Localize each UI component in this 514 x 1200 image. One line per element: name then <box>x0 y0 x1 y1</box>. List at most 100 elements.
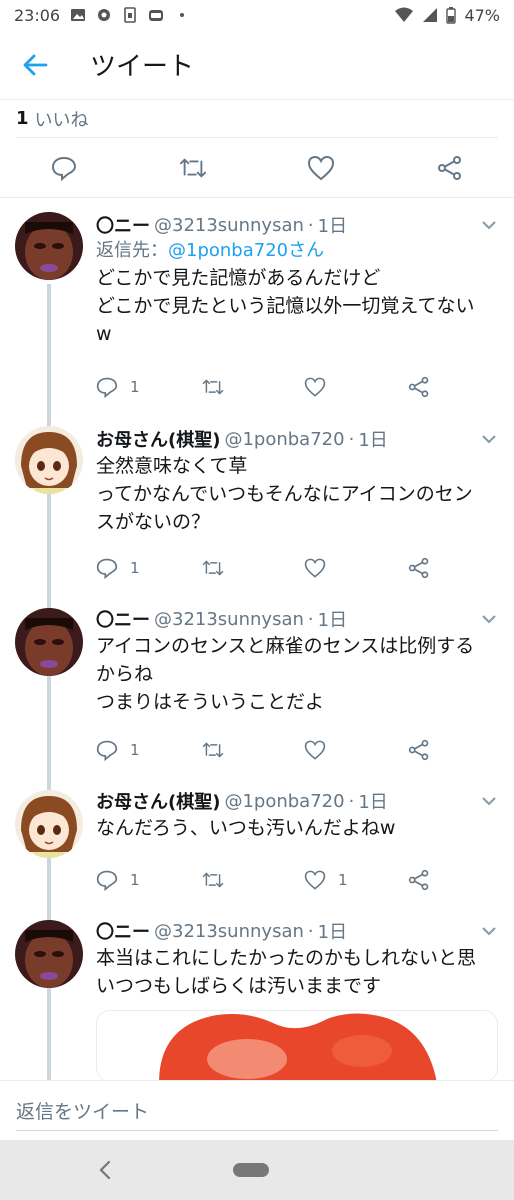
heart-icon <box>304 558 326 578</box>
avatar[interactable] <box>15 426 83 494</box>
author-name[interactable]: お母さん(棋聖) <box>96 788 220 814</box>
author-name[interactable]: 〇ニー <box>96 606 150 632</box>
app-icon <box>149 10 164 21</box>
like-button[interactable] <box>304 557 338 579</box>
reply-input[interactable]: 返信をツイート <box>16 1091 498 1131</box>
back-arrow-icon <box>23 54 48 75</box>
author-handle[interactable]: @3213sunnysan <box>154 921 304 942</box>
reply-action-bar: 1 1 <box>96 865 436 895</box>
avatar[interactable] <box>15 608 83 676</box>
reply-content[interactable]: 〇ニー @3213sunnysan · 1日 本当はこれにしたかったのかもしれな… <box>96 918 498 1000</box>
top-app-bar: ツイート <box>0 30 514 100</box>
wifi-icon <box>395 7 414 22</box>
dot-icon <box>180 13 185 17</box>
nav-home-pill[interactable] <box>233 1163 269 1177</box>
page-title: ツイート <box>90 52 195 82</box>
media-image-card[interactable] <box>96 1010 498 1082</box>
share-icon <box>408 739 429 761</box>
tweet-action-bar <box>0 138 514 198</box>
reply-button[interactable]: 1 <box>96 557 140 579</box>
author-handle[interactable]: @1ponba720 <box>224 791 344 812</box>
reply-header: 〇ニー @3213sunnysan · 1日 <box>96 606 498 632</box>
back-button[interactable] <box>0 30 70 100</box>
signal-icon <box>423 8 438 22</box>
share-button[interactable] <box>408 557 430 579</box>
author-name[interactable]: 〇ニー <box>96 212 150 238</box>
share-button[interactable] <box>436 154 464 182</box>
retweet-button[interactable] <box>202 869 236 891</box>
reply-count: 1 <box>130 871 140 889</box>
reply-compose-bar: 返信をツイート <box>0 1080 514 1140</box>
chevron-down-icon[interactable] <box>480 610 498 628</box>
separator-dot: · <box>307 608 314 630</box>
timestamp: 1日 <box>317 216 348 237</box>
chevron-down-icon[interactable] <box>480 216 498 234</box>
reply-count: 1 <box>130 741 140 759</box>
like-button[interactable]: 1 <box>304 869 348 891</box>
like-button[interactable] <box>304 376 338 398</box>
reply-content[interactable]: お母さん(棋聖) @1ponba720 · 1日 全然意味なくて草 ってかなんで… <box>96 426 498 536</box>
image-icon <box>71 9 86 21</box>
reply-icon <box>96 870 118 891</box>
nav-back-icon[interactable] <box>94 1158 118 1182</box>
chevron-down-icon[interactable] <box>480 792 498 810</box>
share-button[interactable] <box>408 869 430 891</box>
share-button[interactable] <box>408 376 430 398</box>
chevron-down-icon[interactable] <box>480 922 498 940</box>
likes-summary[interactable]: 1 いいね <box>16 100 498 138</box>
avatar[interactable] <box>15 790 83 858</box>
reply-button[interactable]: 1 <box>96 376 140 398</box>
likes-label: いいね <box>34 109 89 131</box>
status-bar: 23:06 47% <box>0 0 514 30</box>
reply-icon <box>96 377 118 398</box>
retweet-button[interactable] <box>202 376 236 398</box>
avatar-face-dark-image <box>15 920 83 988</box>
author-handle[interactable]: @1ponba720 <box>224 429 344 450</box>
battery-icon <box>446 7 457 24</box>
reply-header: 〇ニー @3213sunnysan · 1日 <box>96 212 498 238</box>
sim-icon <box>124 7 136 23</box>
reply-text: なんだろう、いつも汚いんだよねw <box>96 817 396 839</box>
author-handle[interactable]: @3213sunnysan <box>154 215 304 236</box>
reply-count: 1 <box>130 559 140 577</box>
timestamp: 1日 <box>358 792 388 813</box>
reply-header: 〇ニー @3213sunnysan · 1日 <box>96 918 498 944</box>
timestamp: 1日 <box>358 430 388 451</box>
retweet-icon <box>202 379 224 395</box>
reply-to-prefix: 返信先： <box>96 240 168 261</box>
retweet-button[interactable] <box>202 557 236 579</box>
reply-button[interactable] <box>50 154 78 182</box>
share-icon <box>408 869 429 891</box>
status-time: 23:06 <box>14 5 61 25</box>
reply-content[interactable]: 〇ニー @3213sunnysan · 1日 返信先：@1ponba720さん … <box>96 212 498 348</box>
battery-percent: 47% <box>464 5 500 25</box>
like-button[interactable] <box>304 739 338 761</box>
reply-count: 1 <box>130 378 140 396</box>
author-name[interactable]: 〇ニー <box>96 918 150 944</box>
timestamp: 1日 <box>317 922 348 943</box>
author-name[interactable]: お母さん(棋聖) <box>96 426 220 452</box>
share-button[interactable] <box>408 739 430 761</box>
reply-text: 全然意味なくて草 ってかなんでいつもそんなにアイコンのセン スがないの？ <box>96 455 473 533</box>
like-count: 1 <box>338 871 348 889</box>
gear-icon <box>98 9 111 21</box>
reply-button[interactable]: 1 <box>96 869 140 891</box>
chevron-down-icon[interactable] <box>480 430 498 448</box>
retweet-button[interactable] <box>179 154 207 182</box>
heart-icon <box>304 740 326 760</box>
retweet-button[interactable] <box>202 739 236 761</box>
author-handle[interactable]: @3213sunnysan <box>154 609 304 630</box>
system-navigation-bar <box>0 1140 514 1200</box>
reply-action-bar: 1 <box>96 553 436 583</box>
reply-to-mention[interactable]: @1ponba720さん <box>168 240 324 261</box>
avatar[interactable] <box>15 212 83 280</box>
reply-content[interactable]: お母さん(棋聖) @1ponba720 · 1日 なんだろう、いつも汚いんだよね… <box>96 788 498 842</box>
avatar[interactable] <box>15 920 83 988</box>
separator-dot: · <box>348 790 355 812</box>
reply-button[interactable]: 1 <box>96 739 140 761</box>
status-right: 47% <box>394 6 500 25</box>
reply-icon <box>51 156 77 181</box>
like-button[interactable] <box>307 154 335 182</box>
reply-content[interactable]: 〇ニー @3213sunnysan · 1日 アイコンのセンスと麻雀のセンスは比… <box>96 606 498 716</box>
reply-header: お母さん(棋聖) @1ponba720 · 1日 <box>96 426 498 452</box>
